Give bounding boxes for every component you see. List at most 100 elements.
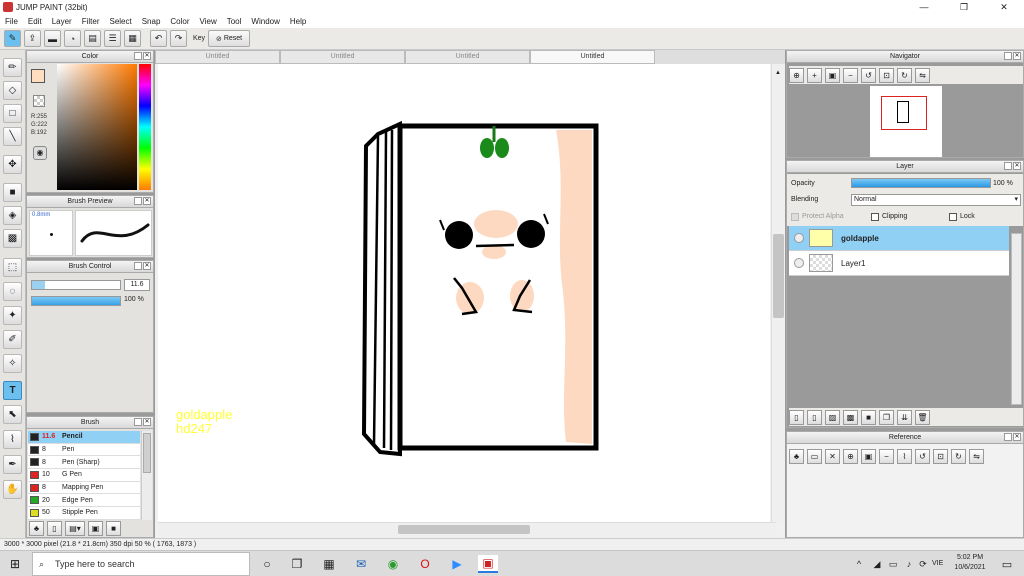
menu-tool[interactable]: Tool [222, 17, 247, 26]
maximize-button[interactable]: ❐ [944, 0, 984, 14]
layer-row-layer1[interactable]: Layer1 [789, 251, 1009, 276]
show-hidden-icons[interactable]: ^ [850, 555, 868, 573]
layer-mask-icon[interactable]: ▩ [843, 409, 858, 425]
comment-icon[interactable]: ▬ [44, 30, 61, 47]
visibility-eye-icon[interactable] [794, 258, 804, 268]
reference-settings-icon[interactable]: ♣ [789, 448, 804, 464]
canvas-horizontal-scrollbar[interactable] [158, 522, 776, 536]
panel-float-icon[interactable] [1004, 162, 1012, 170]
saturation-value-picker[interactable] [57, 64, 137, 190]
ref-zoom-out-icon[interactable]: − [879, 448, 894, 464]
drawing-canvas[interactable]: goldapple hd247 [158, 64, 770, 522]
protect-alpha-checkbox[interactable] [791, 213, 799, 221]
panel-float-icon[interactable] [134, 418, 142, 426]
menu-color[interactable]: Color [165, 17, 194, 26]
brush-folder-icon[interactable]: ■ [106, 521, 121, 536]
undo-icon[interactable]: ↶ [150, 30, 167, 47]
menu-view[interactable]: View [195, 17, 222, 26]
hand-tool-icon[interactable]: ✋ [3, 480, 22, 499]
store-icon[interactable]: ▦ [320, 555, 338, 573]
brush-list-item[interactable]: 50 Stipple Pen [28, 507, 140, 520]
ref-eyedropper-icon[interactable]: ⌇ [897, 448, 912, 464]
select-pen-tool-icon[interactable]: ✐ [3, 330, 22, 349]
brush-size-slider[interactable] [31, 280, 121, 290]
brush-menu-icon[interactable]: ▤▾ [65, 521, 85, 536]
ref-zoom-fit-icon[interactable]: ⊕ [843, 448, 858, 464]
move-tool-icon[interactable]: ✥ [3, 155, 22, 174]
panel-close-icon[interactable]: ✕ [1013, 433, 1021, 441]
panel-close-icon[interactable]: ✕ [1013, 52, 1021, 60]
palette-icon[interactable]: ◉ [33, 146, 47, 160]
panel-close-icon[interactable]: ✕ [143, 52, 151, 60]
brush-list-item[interactable]: 20 Edge Pen [28, 494, 140, 508]
task-view-icon[interactable]: ❐ [288, 555, 306, 573]
menu-filter[interactable]: Filter [77, 17, 105, 26]
sync-icon[interactable]: ⟳ [914, 555, 932, 573]
panel-float-icon[interactable] [134, 197, 142, 205]
line-tool-icon[interactable]: ╲ [3, 127, 22, 146]
brush-list-item[interactable]: 8 Mapping Pen [28, 481, 140, 495]
rotate-reset-icon[interactable]: ⊡ [879, 67, 894, 83]
tab-untitled-1[interactable]: Untitled [155, 50, 280, 64]
navigator-thumbnail[interactable] [870, 86, 942, 157]
ref-zoom-actual-icon[interactable]: ▣ [861, 448, 876, 464]
brush-list-item[interactable]: 11.6 Pencil [28, 431, 140, 444]
notification-icon[interactable]: ▭ [998, 555, 1016, 573]
new-brush-icon[interactable]: ▯ [47, 521, 62, 536]
zoom-app-icon[interactable]: ▶ [448, 555, 466, 573]
reset-button[interactable]: ⊘ Reset [208, 30, 251, 47]
menu-help[interactable]: Help [285, 17, 311, 26]
minimize-button[interactable]: — [904, 0, 944, 14]
visibility-eye-icon[interactable] [794, 233, 804, 243]
language-indicator[interactable]: VIE [932, 560, 943, 567]
eraser-tool-icon[interactable]: ◇ [3, 81, 22, 100]
panel-close-icon[interactable]: ✕ [143, 262, 151, 270]
menu-window[interactable]: Window [246, 17, 284, 26]
ref-rotate-reset-icon[interactable]: ⊡ [933, 448, 948, 464]
menu-select[interactable]: Select [104, 17, 136, 26]
cortana-icon[interactable]: ○ [258, 555, 276, 573]
opera-icon[interactable]: O [416, 555, 434, 573]
tab-untitled-3[interactable]: Untitled [405, 50, 530, 64]
layer-list-scrollbar[interactable] [1011, 233, 1022, 405]
windows-start-icon[interactable]: ⊞ [6, 555, 24, 573]
grid-icon[interactable]: ▦ [124, 30, 141, 47]
ref-rotate-left-icon[interactable]: ↺ [915, 448, 930, 464]
blending-select[interactable]: Normal ▾ [851, 194, 1021, 206]
tab-untitled-4[interactable]: Untitled [530, 50, 655, 64]
copy-brush-icon[interactable]: ▣ [88, 521, 103, 536]
menu-layer[interactable]: Layer [47, 17, 77, 26]
new-layer-icon[interactable]: ▯ [789, 409, 804, 425]
hue-slider[interactable] [139, 64, 151, 190]
panel-float-icon[interactable] [1004, 52, 1012, 60]
text-tool-icon[interactable]: T [3, 381, 22, 400]
clock[interactable]: 5:02 PM 10/6/2021 [950, 553, 990, 573]
open-reference-icon[interactable]: ▭ [807, 448, 822, 464]
operation-tool-icon[interactable]: ⬉ [3, 405, 22, 424]
flip-icon[interactable]: ⇋ [915, 67, 930, 83]
rotate-left-icon[interactable]: ↺ [861, 67, 876, 83]
transparent-swatch-icon[interactable] [33, 95, 45, 107]
rectangle-tool-icon[interactable]: □ [3, 104, 22, 123]
panel-float-icon[interactable] [1004, 433, 1012, 441]
mail-icon[interactable]: ✉ [352, 555, 370, 573]
brush-list-item[interactable]: 8 Pen (Sharp) [28, 456, 140, 470]
delete-layer-icon[interactable]: 🗑 [915, 409, 930, 425]
panel-float-icon[interactable] [134, 262, 142, 270]
rect-select-tool-icon[interactable]: ⬚ [3, 258, 22, 277]
menu-snap[interactable]: Snap [137, 17, 166, 26]
foreground-color-swatch[interactable] [31, 69, 45, 83]
zoom-in-icon[interactable]: + [807, 67, 822, 83]
zoom-out-icon[interactable]: − [843, 67, 858, 83]
lock-checkbox[interactable] [949, 213, 957, 221]
close-reference-icon[interactable]: ✕ [825, 448, 840, 464]
menu-edit[interactable]: Edit [23, 17, 47, 26]
close-window-button[interactable]: ✕ [984, 0, 1024, 14]
layer-folder-icon[interactable]: ■ [861, 409, 876, 425]
panel-close-icon[interactable]: ✕ [143, 197, 151, 205]
jump-paint-taskbar-icon[interactable]: ▣ [478, 555, 498, 573]
tone-layer-icon[interactable]: ▨ [825, 409, 840, 425]
brush-tool-icon[interactable]: ✏ [3, 58, 22, 77]
panel-close-icon[interactable]: ✕ [1013, 162, 1021, 170]
brush-opacity-slider[interactable] [31, 296, 121, 306]
